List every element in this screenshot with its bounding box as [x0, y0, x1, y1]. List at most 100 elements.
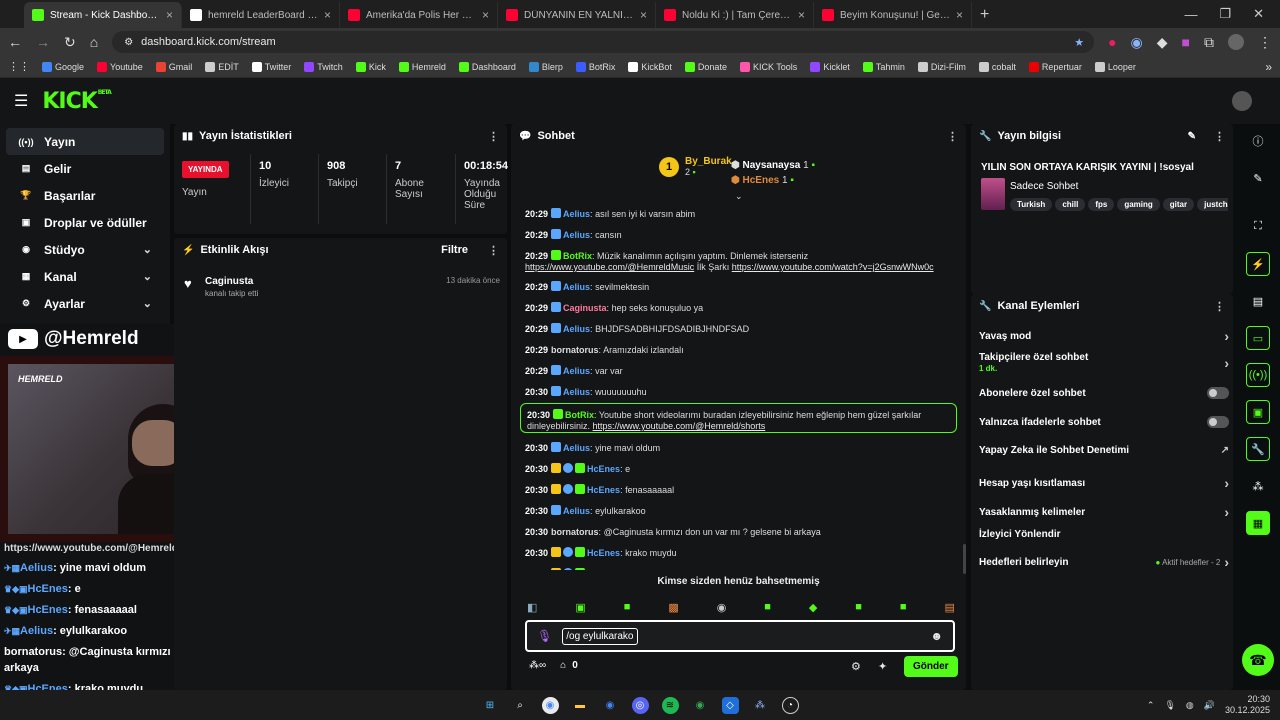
chat-username[interactable]: HcEnes	[587, 569, 620, 570]
chat-username[interactable]: HcEnes	[587, 464, 620, 474]
bolt-icon[interactable]: ⚡	[1246, 252, 1270, 276]
emoji-icon[interactable]: ☻	[930, 629, 943, 643]
chat-username[interactable]: Aelius	[563, 209, 590, 219]
browser-tab[interactable]: Noldu Ki :) | Tam Çerezlik | #25 ×	[656, 2, 814, 28]
new-tab-button[interactable]: +	[972, 6, 989, 28]
sidebar-item[interactable]: ▤ Gelir	[6, 155, 164, 182]
sidebar-item[interactable]: 🏆 Başarılar	[6, 182, 164, 209]
bookmark-item[interactable]: KICK Tools	[739, 61, 797, 72]
sidebar-item[interactable]: ▦ Kanal ⌄	[6, 263, 164, 290]
emote-icon[interactable]: ◧	[527, 601, 537, 614]
channel-action-item[interactable]: Yapay Zeka ile Sohbet Denetimi ↗	[979, 445, 1229, 456]
emote-icon[interactable]: ■	[900, 601, 907, 614]
stats-menu-icon[interactable]: ⋮	[488, 130, 499, 143]
chrome-profile-icon[interactable]: ◉	[602, 697, 619, 714]
activity-menu-icon[interactable]: ⋮	[488, 244, 499, 257]
bookmark-item[interactable]: cobalt	[978, 61, 1016, 72]
bookmark-item[interactable]: BotRix	[575, 61, 615, 72]
chat-username[interactable]: Aelius	[563, 387, 590, 397]
bookmark-item[interactable]: Repertuar	[1028, 61, 1082, 72]
sidebar-item[interactable]: ((•)) Yayın	[6, 128, 164, 155]
file-explorer-icon[interactable]: ▬	[572, 697, 589, 714]
emote-icon[interactable]: ▩	[668, 601, 678, 614]
category-name[interactable]: Sadece Sohbet	[1010, 181, 1078, 192]
browser-tab[interactable]: hemreld LeaderBoard | The be ×	[182, 2, 340, 28]
rank1-user[interactable]: By_Burak	[685, 156, 732, 167]
bookmark-item[interactable]: Twitch	[304, 61, 343, 72]
category-thumbnail[interactable]	[981, 178, 1005, 210]
broadcast-icon[interactable]: ((•))	[1246, 363, 1270, 387]
emote-icon[interactable]: ◆	[809, 601, 817, 614]
chat-icon[interactable]: ▭	[1246, 326, 1270, 350]
apps-grid-icon[interactable]: ⋮⋮	[8, 60, 30, 73]
search-icon[interactable]: ⌕	[512, 697, 529, 714]
chat-username[interactable]: bornatorus	[551, 345, 599, 355]
chat-username[interactable]: BotRix	[563, 251, 592, 261]
tab-close-icon[interactable]: ×	[640, 8, 647, 22]
chat-username[interactable]: Aelius	[563, 230, 590, 240]
bookmark-item[interactable]: Hemreld	[398, 61, 446, 72]
chat-input[interactable]: /og eylulkarako	[562, 627, 638, 645]
chat-username[interactable]: Caginusta	[563, 303, 607, 313]
sidebar-item[interactable]: ⚙ Ayarlar ⌄	[6, 290, 164, 317]
browser-menu-icon[interactable]: ⋮	[1258, 34, 1272, 51]
chat-username[interactable]: Aelius	[563, 324, 590, 334]
chat-menu-icon[interactable]: ⋮	[947, 130, 958, 143]
channel-action-item[interactable]: Hedefleri belirleyin ● Aktif hedefler - 2…	[979, 554, 1229, 570]
maximize-icon[interactable]: ❐	[1219, 6, 1231, 22]
chat-username[interactable]: bornatorus	[551, 527, 599, 537]
stream-tag[interactable]: gitar	[1162, 198, 1195, 211]
sidebar-item[interactable]: ◉ Stüdyo ⌄	[6, 236, 164, 263]
emote-icon[interactable]: ▣	[575, 601, 585, 614]
kicks-icon[interactable]: ⁂∞	[529, 660, 546, 671]
filter-button[interactable]: Filtre	[441, 244, 468, 256]
chat-username[interactable]: Aelius	[563, 282, 590, 292]
focus-icon[interactable]: ⛶	[1246, 214, 1270, 238]
chat-link[interactable]: https://www.youtube.com/@Hemreld/shorts	[593, 421, 766, 431]
chrome-alt-icon[interactable]: ◉	[692, 697, 709, 714]
obs-icon[interactable]: ◔	[781, 696, 799, 714]
stream-tag[interactable]: chill	[1055, 198, 1086, 211]
support-headset-icon[interactable]: ☎	[1242, 644, 1274, 676]
channel-action-item[interactable]: Abonelere özel sohbet	[979, 387, 1229, 399]
channel-action-item[interactable]: Hesap yaşı kısıtlaması ›	[979, 475, 1229, 491]
tab-close-icon[interactable]: ×	[324, 8, 331, 22]
chat-username[interactable]: BotRix	[565, 410, 594, 420]
chat-scrollbar[interactable]	[963, 544, 966, 574]
network-icon[interactable]: ◍	[1186, 700, 1194, 711]
game-icon[interactable]: ▦	[1246, 511, 1270, 535]
windows-start-icon[interactable]: ⊞	[482, 697, 499, 714]
tab-close-icon[interactable]: ×	[482, 8, 489, 22]
emote-icon[interactable]: ■	[764, 601, 771, 614]
extension-icon[interactable]: ◆	[1157, 34, 1168, 51]
bookmark-item[interactable]: Youtube	[97, 61, 143, 72]
bookmark-item[interactable]: Tahmin	[862, 61, 905, 72]
chat-username[interactable]: Aelius	[563, 506, 590, 516]
bookmark-item[interactable]: Kick	[355, 61, 386, 72]
kick-logo[interactable]: KICKBETA	[42, 89, 111, 114]
browser-tab[interactable]: Amerika'da Polis Her Şeyi Gör ×	[340, 2, 498, 28]
pencil-icon[interactable]: ✎	[1246, 166, 1270, 190]
emote-icon[interactable]: ■	[624, 601, 631, 614]
bookmark-item[interactable]: Donate	[684, 61, 727, 72]
hamburger-menu-icon[interactable]: ☰	[14, 91, 28, 111]
bookmarks-more-button[interactable]: »	[1265, 60, 1272, 74]
edit-pencil-icon[interactable]: ✎	[1188, 131, 1196, 142]
app-icon[interactable]: ◇	[721, 696, 739, 714]
toggle-switch[interactable]	[1207, 387, 1229, 399]
send-button[interactable]: Gönder	[904, 656, 958, 677]
browser-tab[interactable]: DÜNYANIN EN YALNIZ EVİNDE ×	[498, 2, 656, 28]
tab-close-icon[interactable]: ×	[166, 8, 173, 22]
back-icon[interactable]: ←	[8, 34, 22, 50]
chat-username[interactable]: HcEnes	[587, 548, 620, 558]
close-icon[interactable]: ✕	[1253, 6, 1264, 22]
extension-icon[interactable]: ◉	[1131, 34, 1143, 51]
emote-icon[interactable]: ◉	[717, 601, 727, 614]
browser-tab[interactable]: Stream - Kick Dashboard ×	[24, 2, 182, 28]
sidebar-item[interactable]: ▣ Droplar ve ödüller	[6, 209, 164, 236]
bookmark-item[interactable]: Kicklet	[810, 61, 850, 72]
moderation-icon[interactable]: ✦	[878, 660, 887, 673]
emote-icon[interactable]: ▤	[945, 601, 955, 614]
note-icon[interactable]: ▤	[1246, 289, 1270, 313]
site-info-icon[interactable]: ⚙	[124, 37, 133, 48]
